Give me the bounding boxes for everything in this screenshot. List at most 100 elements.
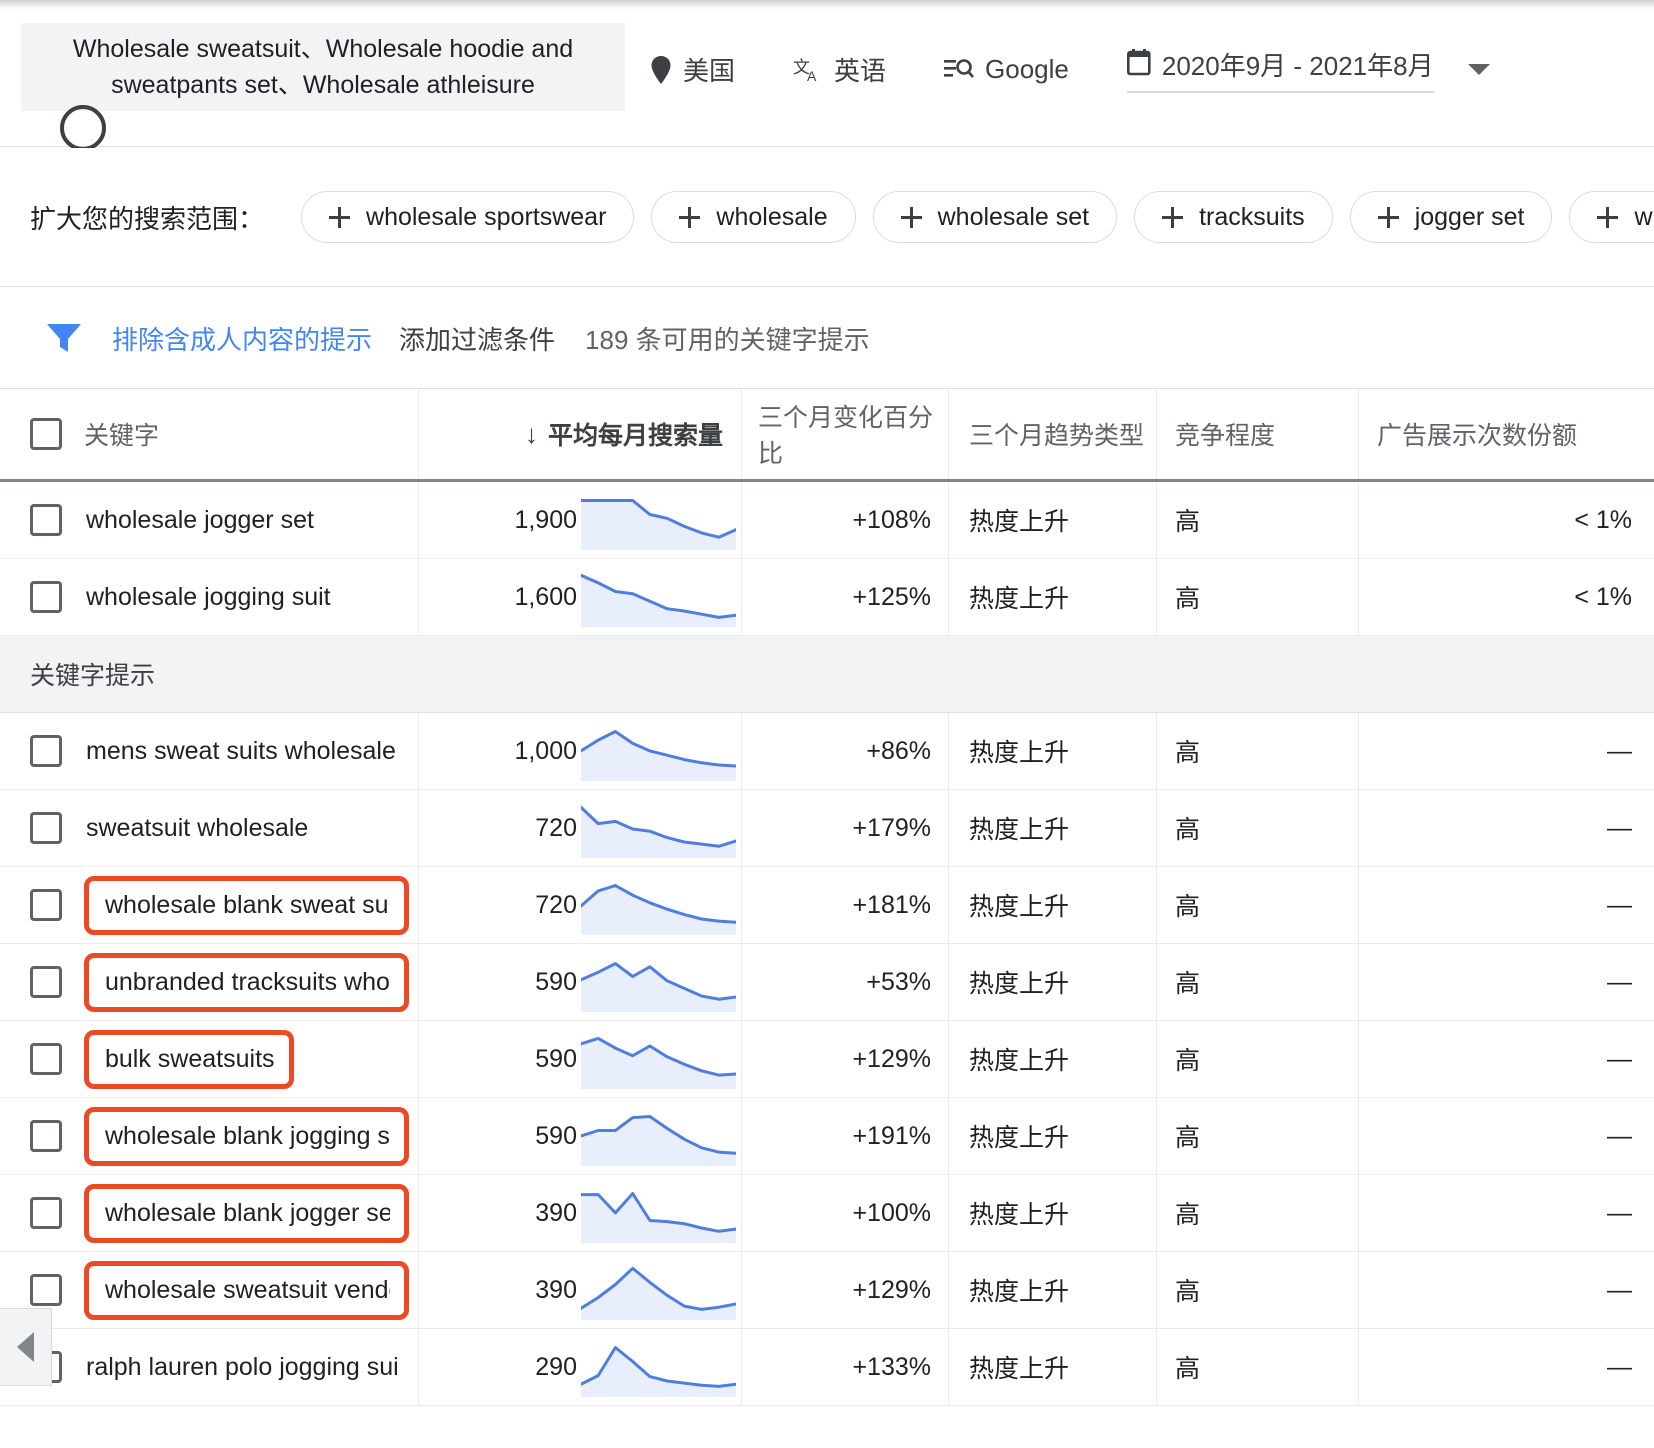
header-cell-change[interactable]: 三个月变化百分比 xyxy=(742,389,949,479)
expand-chip-2[interactable]: wholesale set xyxy=(872,191,1118,243)
cell-trend: 热度上升 xyxy=(949,1175,1157,1251)
cell-keyword[interactable]: wholesale jogging suit xyxy=(0,559,419,635)
change-value: +86% xyxy=(866,736,931,765)
header-cell-trend[interactable]: 三个月趋势类型 xyxy=(949,389,1157,479)
table-row[interactable]: wholesale blank jogger sets 390 +100% 热度上升 高… xyxy=(0,1175,1654,1252)
location-setting[interactable]: 美国 xyxy=(650,51,735,88)
cell-keyword[interactable]: wholesale blank sweat suits xyxy=(0,867,419,943)
row-checkbox[interactable] xyxy=(30,735,62,767)
cell-keyword[interactable]: wholesale blank jogger sets xyxy=(0,1175,419,1251)
search-network-icon xyxy=(944,57,975,83)
table-row[interactable]: sweatsuit wholesale 720 +179% 热度上升 高 — xyxy=(0,790,1654,867)
keyword-context-chip[interactable]: Wholesale sweatsuit、Wholesale hoodie and… xyxy=(21,23,625,111)
header-cell-keyword[interactable]: 关键字 xyxy=(0,389,419,479)
expand-chip-5[interactable]: whol xyxy=(1569,191,1654,243)
section-header-row: 关键字提示 xyxy=(0,636,1654,713)
row-checkbox[interactable] xyxy=(30,812,62,844)
available-keyword-count: 189 条可用的关键字提示 xyxy=(585,324,870,355)
cell-trend: 热度上升 xyxy=(949,559,1157,635)
table-row[interactable]: wholesale jogging suit 1,600 +125% 热度上升 高 < 1… xyxy=(0,559,1654,636)
funnel-icon[interactable] xyxy=(46,322,82,354)
cell-keyword[interactable]: sweatsuit wholesale xyxy=(0,790,419,866)
keyword-label-wrap: wholesale jogger set xyxy=(84,506,314,535)
avg-searches-value: 390 xyxy=(535,1198,577,1227)
sparkline-chart xyxy=(581,573,736,627)
svg-text:A: A xyxy=(807,68,817,84)
table-header-row: 关键字 ↓ 平均每月搜索量 三个月变化百分比 三个月趋势类型 竞争程度 广告展示… xyxy=(0,388,1654,482)
cell-avg-searches: 590 xyxy=(419,1021,742,1097)
cell-change: +53% xyxy=(742,944,949,1020)
keyword-ideas-table: 关键字 ↓ 平均每月搜索量 三个月变化百分比 三个月趋势类型 竞争程度 广告展示… xyxy=(0,388,1654,1406)
keyword-wrap: unbranded tracksuits whole.. xyxy=(84,944,418,1020)
sparkline-chart xyxy=(581,962,736,1012)
row-checkbox[interactable] xyxy=(30,889,62,921)
cell-trend: 热度上升 xyxy=(949,790,1157,866)
cell-keyword[interactable]: wholesale sweatsuit vendors xyxy=(0,1252,419,1328)
plus-icon xyxy=(1597,206,1619,228)
cell-trend: 热度上升 xyxy=(949,1252,1157,1328)
keyword-label-wrap: ralph lauren polo jogging sui xyxy=(84,1353,399,1382)
date-range-selector[interactable]: 2020年9月 - 2021年8月 xyxy=(1126,46,1434,93)
keyword-wrap: wholesale blank sweat suits xyxy=(84,867,418,943)
table-row[interactable]: unbranded tracksuits whole.. 590 +53% 热度上升 高… xyxy=(0,944,1654,1021)
row-checkbox[interactable] xyxy=(30,966,62,998)
cell-keyword[interactable]: unbranded tracksuits whole.. xyxy=(0,944,419,1020)
collapse-panel-button[interactable] xyxy=(0,1308,52,1386)
ad-share-value: — xyxy=(1607,736,1632,765)
table-row[interactable]: mens sweat suits wholesale 1,000 +86% 热度上升 高… xyxy=(0,713,1654,790)
select-all-checkbox[interactable] xyxy=(30,418,62,450)
cell-trend: 热度上升 xyxy=(949,867,1157,943)
exclude-adult-filter[interactable]: 排除含成人内容的提示 xyxy=(112,320,372,357)
language-setting[interactable]: 文 A 英语 xyxy=(793,51,886,88)
plus-icon xyxy=(900,206,922,228)
row-checkbox[interactable] xyxy=(30,1043,62,1075)
header-cell-competition[interactable]: 竞争程度 xyxy=(1157,389,1359,479)
cell-keyword[interactable]: bulk sweatsuits xyxy=(0,1021,419,1097)
row-checkbox[interactable] xyxy=(30,1197,62,1229)
avg-searches-value: 590 xyxy=(535,1044,577,1073)
header-cell-avg-searches[interactable]: ↓ 平均每月搜索量 xyxy=(419,389,742,479)
expand-chip-3[interactable]: tracksuits xyxy=(1134,191,1333,243)
row-checkbox[interactable] xyxy=(30,504,62,536)
trend-value: 热度上升 xyxy=(969,970,1070,998)
keyword-wrap: wholesale blank jogger sets xyxy=(84,1175,418,1251)
cell-keyword[interactable]: mens sweat suits wholesale xyxy=(0,713,419,789)
expand-chip-list: wholesale sportswear wholesale wholesale… xyxy=(301,191,1654,243)
keyword-wrap: mens sweat suits wholesale xyxy=(84,713,418,789)
plus-icon xyxy=(1162,206,1184,228)
cell-change: +129% xyxy=(742,1021,949,1097)
cell-change: +133% xyxy=(742,1329,949,1405)
sparkline-chart xyxy=(581,730,736,781)
add-filter-button[interactable]: 添加过滤条件 xyxy=(399,320,555,357)
expand-chip-0[interactable]: wholesale sportswear xyxy=(301,191,635,243)
expand-chip-1[interactable]: wholesale xyxy=(651,191,856,243)
expand-chip-4[interactable]: jogger set xyxy=(1349,191,1553,243)
cell-keyword[interactable]: ralph lauren polo jogging sui xyxy=(0,1329,419,1405)
sparkline-chart xyxy=(581,1192,736,1243)
cell-trend: 热度上升 xyxy=(949,713,1157,789)
table-row[interactable]: bulk sweatsuits 590 +129% 热度上升 高 — xyxy=(0,1021,1654,1098)
keyword-annotation-box: bulk sweatsuits xyxy=(84,1029,294,1089)
chevron-down-icon[interactable] xyxy=(1467,64,1490,75)
table-row[interactable]: ralph lauren polo jogging sui 290 +133% 热度上… xyxy=(0,1329,1654,1406)
cell-avg-searches: 1,900 xyxy=(419,482,742,558)
keyword-label: bulk sweatsuits xyxy=(105,1044,275,1073)
cell-keyword[interactable]: wholesale blank jogging suits xyxy=(0,1098,419,1174)
table-row[interactable]: wholesale blank jogging suits 590 +191% 热度上… xyxy=(0,1098,1654,1175)
cell-keyword[interactable]: wholesale jogger set xyxy=(0,482,419,558)
row-checkbox[interactable] xyxy=(30,1274,62,1306)
location-pin-icon xyxy=(650,55,672,84)
plus-icon xyxy=(679,206,701,228)
network-setting[interactable]: Google xyxy=(944,54,1069,85)
competition-value: 高 xyxy=(1175,970,1201,998)
table-row[interactable]: wholesale blank sweat suits 720 +181% 热度上升 高… xyxy=(0,867,1654,944)
table-row[interactable]: wholesale sweatsuit vendors 390 +129% 热度上升 高… xyxy=(0,1252,1654,1329)
ad-share-value: — xyxy=(1607,1198,1632,1227)
row-checkbox[interactable] xyxy=(30,1120,62,1152)
header-cell-ad-share[interactable]: 广告展示次数份额 xyxy=(1359,389,1654,479)
expand-search-label: 扩大您的搜索范围： xyxy=(30,203,265,234)
table-row[interactable]: wholesale jogger set 1,900 +108% 热度上升 高 < 1% xyxy=(0,482,1654,559)
keyword-context-text: Wholesale sweatsuit、Wholesale hoodie and… xyxy=(72,35,574,99)
avg-searches-value: 590 xyxy=(535,967,577,996)
row-checkbox[interactable] xyxy=(30,581,62,613)
